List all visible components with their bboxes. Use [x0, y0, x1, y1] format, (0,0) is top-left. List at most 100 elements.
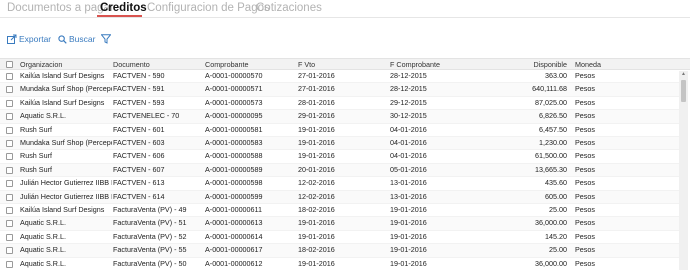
table-row[interactable]: Julián Hector Gutierrez IIBB Bs AFACTVEN… — [0, 177, 679, 191]
cell-comprobante: A-0001-00000573 — [205, 97, 263, 107]
search-button[interactable]: Buscar — [58, 34, 95, 44]
credits-grid: Organizacion Documento Comprobante F Vto… — [0, 58, 690, 270]
export-label: Exportar — [19, 34, 52, 44]
cell-disponible: 36,000.00 — [535, 258, 567, 268]
column-header-comprobante[interactable]: Comprobante — [205, 59, 249, 70]
cell-comprobante: A-0001-00000589 — [205, 164, 263, 174]
tab-configuracion-de-pagos[interactable]: Configuracion de Pagos — [147, 2, 270, 14]
cell-moneda: Pesos — [575, 258, 595, 268]
table-row[interactable]: Julián Hector Gutierrez IIBB Bs AFACTVEN… — [0, 190, 679, 204]
table-row[interactable]: Kailúa Island Surf Designs FacturaVenta (… — [0, 204, 679, 218]
select-all-checkbox[interactable] — [6, 61, 13, 68]
cell-comprobante: A-0001-00000617 — [205, 245, 263, 255]
cell-f-comprobante: 29-12-2015 — [390, 97, 427, 107]
filter-button[interactable] — [101, 34, 111, 44]
table-row[interactable]: Mundaka Surf Shop (PercepcionFACTVEN - 5… — [0, 83, 679, 97]
cell-f-comprobante: 04-01-2016 — [390, 138, 427, 147]
cell-f-vto: 27-01-2016 — [298, 71, 335, 80]
column-header-disponible[interactable]: Disponible — [500, 59, 567, 70]
cell-f-vto: 20-01-2016 — [298, 164, 335, 174]
cell-f-vto: 27-01-2016 — [298, 84, 335, 94]
row-checkbox[interactable] — [6, 207, 13, 214]
row-checkbox[interactable] — [6, 180, 13, 188]
tab-bar: Documentos a pagar Creditos Configuracio… — [0, 0, 690, 18]
table-row[interactable]: Aquatic S.R.L. FacturaVenta (PV) - 52 A-00… — [0, 231, 679, 245]
cell-disponible: 435.60 — [545, 178, 567, 188]
cell-f-comprobante: 05-01-2016 — [390, 164, 427, 174]
row-checkbox[interactable] — [6, 220, 13, 228]
search-label: Buscar — [69, 34, 96, 44]
row-checkbox[interactable] — [6, 166, 13, 174]
table-row[interactable]: Rush Surf FACTVEN - 601 A-0001-00000581 19-… — [0, 124, 679, 137]
cell-comprobante: A-0001-00000612 — [205, 258, 263, 268]
cell-f-vto: 19-01-2016 — [298, 218, 335, 228]
cell-moneda: Pesos — [575, 138, 595, 147]
cell-comprobante: A-0001-00000613 — [205, 218, 263, 228]
cell-documento: FACTVEN - 601 — [113, 124, 165, 134]
column-header-documento[interactable]: Documento — [113, 59, 150, 70]
table-row[interactable]: Kailúa Island Surf Designs FACTVEN - 590 A… — [0, 70, 679, 84]
table-row[interactable]: Aquatic S.R.L. FacturaVenta (PV) - 51 A-00… — [0, 217, 679, 231]
table-row[interactable]: Rush Surf FACTVEN - 607 A-0001-00000589 20-… — [0, 163, 679, 178]
cell-documento: FACTVEN - 590 — [113, 71, 165, 80]
row-checkbox[interactable] — [6, 99, 13, 107]
cell-f-comprobante: 28-12-2015 — [390, 84, 427, 94]
row-checkbox[interactable] — [6, 140, 13, 147]
cell-f-comprobante: 04-01-2016 — [390, 124, 427, 134]
column-header-f-vto[interactable]: F Vto — [298, 59, 315, 70]
cell-comprobante: A-0001-00000599 — [205, 191, 263, 201]
cell-f-vto: 18-02-2016 — [298, 205, 335, 214]
export-button[interactable]: Exportar — [7, 34, 51, 44]
cell-f-comprobante: 19-01-2016 — [390, 231, 427, 241]
scrollbar-thumb[interactable] — [681, 80, 686, 102]
row-checkbox[interactable] — [6, 126, 13, 134]
row-checkbox[interactable] — [6, 260, 13, 268]
cell-documento: FacturaVenta (PV) - 52 — [113, 231, 187, 241]
row-checkbox[interactable] — [6, 193, 13, 201]
column-header-organizacion[interactable]: Organizacion — [20, 59, 62, 70]
tab-cotizaciones[interactable]: Cotizaciones — [256, 2, 322, 14]
row-checkbox[interactable] — [6, 113, 13, 121]
table-row[interactable]: Mundaka Surf Shop (PercepcionFACTVEN - 6… — [0, 137, 679, 151]
cell-disponible: 6,826.50 — [539, 111, 567, 121]
cell-f-comprobante: 13-01-2016 — [390, 191, 427, 201]
cell-moneda: Pesos — [575, 205, 595, 214]
tab-documentos-a-pagar[interactable]: Documentos a pagar — [7, 2, 114, 14]
cell-f-vto: 19-01-2016 — [298, 138, 335, 147]
cell-moneda: Pesos — [575, 111, 595, 121]
cell-f-comprobante: 19-01-2016 — [390, 205, 427, 214]
cell-f-comprobante: 19-01-2016 — [390, 245, 427, 255]
table-row[interactable]: Rush Surf FACTVEN - 606 A-0001-00000588 19-… — [0, 150, 679, 164]
cell-documento: FACTVEN - 607 — [113, 164, 165, 174]
column-header-moneda[interactable]: Moneda — [575, 59, 601, 70]
cell-moneda: Pesos — [575, 245, 595, 255]
cell-organizacion: Aquatic S.R.L. — [20, 245, 66, 255]
tab-creditos[interactable]: Creditos — [100, 2, 147, 14]
row-checkbox[interactable] — [6, 233, 13, 241]
cell-f-vto: 19-01-2016 — [298, 258, 335, 268]
column-header-f-comprobante[interactable]: F Comprobante — [390, 59, 440, 70]
cell-comprobante: A-0001-00000583 — [205, 138, 263, 147]
cell-documento: FACTVEN - 593 — [113, 97, 165, 107]
export-icon — [7, 34, 17, 44]
cell-organizacion: Kailúa Island Surf Designs — [20, 97, 105, 107]
table-row[interactable]: Aquatic S.R.L. FacturaVenta (PV) - 55 A-00… — [0, 244, 679, 258]
table-row[interactable]: Kailúa Island Surf Designs FACTVEN - 593 A… — [0, 97, 679, 111]
cell-comprobante: A-0001-00000588 — [205, 151, 263, 161]
cell-disponible: 145.20 — [545, 231, 567, 241]
cell-moneda: Pesos — [575, 164, 595, 174]
scroll-up-arrow-icon[interactable]: ▲ — [680, 71, 687, 78]
cell-documento: FACTVEN - 603 — [113, 138, 165, 147]
table-row[interactable]: Aquatic S.R.L. FacturaVenta (PV) - 50 A-00… — [0, 258, 679, 270]
cell-organizacion: Kailúa Island Surf Designs — [20, 71, 105, 80]
row-checkbox[interactable] — [6, 86, 13, 94]
cell-organizacion: Aquatic S.R.L. — [20, 218, 66, 228]
table-row[interactable]: Aquatic S.R.L. FACTVENELEC - 70 A-0001-000… — [0, 110, 679, 124]
cell-organizacion: Rush Surf — [20, 164, 52, 174]
cell-f-comprobante: 19-01-2016 — [390, 218, 427, 228]
cell-disponible: 605.00 — [545, 191, 567, 201]
row-checkbox[interactable] — [6, 153, 13, 161]
row-checkbox[interactable] — [6, 73, 13, 80]
cell-documento: FacturaVenta (PV) - 50 — [113, 258, 187, 268]
row-checkbox[interactable] — [6, 247, 13, 255]
